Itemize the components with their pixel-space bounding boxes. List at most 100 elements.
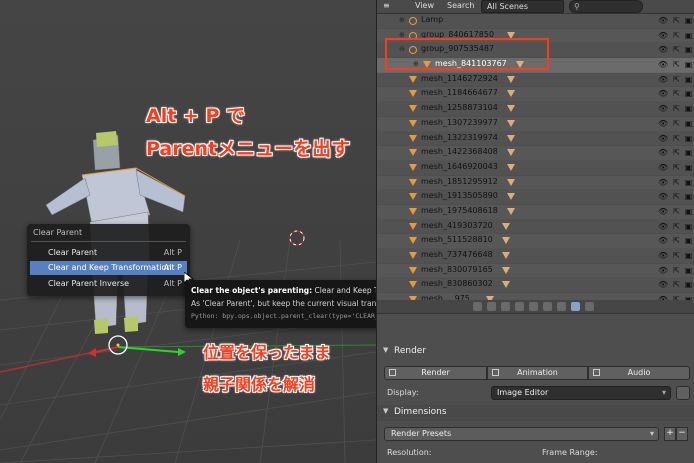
selectability-cursor-icon[interactable]: ⇱ bbox=[672, 60, 681, 69]
visibility-eye-icon[interactable]: 👁 bbox=[658, 236, 668, 245]
visibility-eye-icon[interactable]: 👁 bbox=[658, 148, 668, 157]
visibility-eye-icon[interactable]: 👁 bbox=[658, 89, 668, 98]
render-camera-icon[interactable]: ▣ bbox=[684, 222, 693, 231]
selectability-cursor-icon[interactable]: ⇱ bbox=[672, 75, 681, 84]
mesh-data-icon[interactable] bbox=[507, 105, 515, 113]
visibility-eye-icon[interactable]: 👁 bbox=[658, 207, 668, 216]
outliner-object-row[interactable]: mesh_1913505890 👁 ⇱ ▣ bbox=[377, 190, 694, 205]
render-camera-icon[interactable]: ▣ bbox=[684, 251, 693, 260]
mesh-data-icon[interactable] bbox=[501, 252, 510, 259]
object-tab-icon[interactable] bbox=[501, 302, 510, 311]
selectability-cursor-icon[interactable]: ⇱ bbox=[672, 31, 681, 40]
visibility-eye-icon[interactable]: 👁 bbox=[658, 266, 668, 275]
lock-interface-toggle[interactable] bbox=[676, 386, 690, 400]
render-button[interactable]: Render bbox=[384, 366, 487, 380]
mesh-data-icon[interactable] bbox=[501, 281, 510, 289]
outliner-object-row[interactable]: mesh_830860302 👁 ⇱ ▣ bbox=[377, 278, 694, 294]
animation-button[interactable]: Animation bbox=[487, 366, 588, 380]
selectability-cursor-icon[interactable]: ⇱ bbox=[672, 163, 681, 172]
audio-button[interactable]: Audio bbox=[588, 366, 690, 380]
selectability-cursor-icon[interactable]: ⇱ bbox=[672, 148, 681, 157]
display-mode-select[interactable]: All Scenes bbox=[481, 0, 564, 13]
outliner-object-row[interactable]: mesh_511528810 👁 ⇱ ▣ bbox=[377, 234, 694, 249]
mesh-data-icon[interactable] bbox=[507, 163, 515, 171]
visibility-eye-icon[interactable]: 👁 bbox=[658, 60, 668, 69]
scene-tab-icon[interactable] bbox=[473, 302, 482, 311]
render-camera-icon[interactable]: ▣ bbox=[684, 119, 693, 128]
render-camera-icon[interactable]: ▣ bbox=[684, 75, 693, 84]
menu-view[interactable]: View bbox=[415, 1, 434, 10]
mesh-data-icon[interactable] bbox=[507, 193, 515, 201]
menu-item-clear-keep-transform[interactable]: Clear and Keep Transformation Alt P bbox=[30, 261, 187, 275]
selectability-cursor-icon[interactable]: ⇱ bbox=[672, 251, 681, 260]
world-tab-icon[interactable] bbox=[487, 302, 496, 311]
constraints-tab-icon[interactable] bbox=[515, 302, 524, 311]
render-camera-icon[interactable]: ▣ bbox=[684, 266, 693, 275]
selectability-cursor-icon[interactable]: ⇱ bbox=[672, 16, 681, 25]
render-camera-icon[interactable]: ▣ bbox=[684, 236, 693, 245]
mesh-data-icon[interactable] bbox=[507, 119, 515, 127]
selectability-cursor-icon[interactable]: ⇱ bbox=[672, 45, 681, 54]
expand-toggle-icon[interactable]: ⊕ bbox=[399, 16, 405, 24]
render-camera-icon[interactable]: ▣ bbox=[684, 31, 693, 40]
render-camera-icon[interactable]: ▣ bbox=[684, 148, 693, 157]
visibility-eye-icon[interactable]: 👁 bbox=[658, 104, 668, 113]
render-camera-icon[interactable]: ▣ bbox=[684, 178, 693, 187]
3d-viewport[interactable]: Alt + P で Parentメニューを出す 位置を保ったまま 親子関係を解消… bbox=[0, 0, 376, 463]
outliner-object-row[interactable]: mesh_1258873104 👁 ⇱ ▣ bbox=[377, 102, 694, 117]
mesh-data-icon[interactable] bbox=[501, 222, 510, 230]
remove-preset-button[interactable]: − bbox=[676, 427, 688, 441]
visibility-eye-icon[interactable]: 👁 bbox=[658, 45, 668, 54]
render-presets-select[interactable]: Render Presets ▾ bbox=[384, 427, 659, 441]
mesh-data-icon[interactable] bbox=[507, 178, 515, 186]
outliner-object-row[interactable]: mesh_1975408618 👁 ⇱ ▣ bbox=[377, 204, 694, 220]
modifiers-tab-icon[interactable] bbox=[529, 302, 538, 311]
particles-tab-icon[interactable] bbox=[585, 302, 594, 311]
visibility-eye-icon[interactable]: 👁 bbox=[658, 31, 668, 40]
outliner-object-row[interactable]: mesh_737476648 👁 ⇱ ▣ bbox=[377, 249, 694, 264]
mesh-data-icon[interactable] bbox=[507, 75, 515, 83]
menu-item-clear-parent-inverse[interactable]: Clear Parent Inverse Alt P bbox=[30, 277, 187, 291]
outliner-object-row[interactable]: mesh_1646920043 👁 ⇱ ▣ bbox=[377, 160, 694, 176]
render-camera-icon[interactable]: ▣ bbox=[684, 134, 693, 143]
visibility-eye-icon[interactable]: 👁 bbox=[658, 16, 668, 25]
visibility-eye-icon[interactable]: 👁 bbox=[658, 222, 668, 231]
material-tab-icon[interactable] bbox=[557, 302, 566, 311]
render-camera-icon[interactable]: ▣ bbox=[684, 89, 693, 98]
visibility-eye-icon[interactable]: 👁 bbox=[658, 75, 668, 84]
render-camera-icon[interactable]: ▣ bbox=[684, 16, 693, 25]
selectability-cursor-icon[interactable]: ⇱ bbox=[672, 119, 681, 128]
dimensions-panel-header[interactable]: ▼ Dimensions bbox=[377, 405, 694, 421]
selectability-cursor-icon[interactable]: ⇱ bbox=[672, 266, 681, 275]
render-panel-header[interactable]: ▼ Render bbox=[377, 344, 694, 360]
selectability-cursor-icon[interactable]: ⇱ bbox=[672, 236, 681, 245]
selectability-cursor-icon[interactable]: ⇱ bbox=[672, 178, 681, 187]
mesh-data-icon[interactable] bbox=[507, 207, 515, 215]
outliner-object-row[interactable]: mesh_419303720 👁 ⇱ ▣ bbox=[377, 219, 694, 235]
selectability-cursor-icon[interactable]: ⇱ bbox=[672, 222, 681, 231]
data-tab-icon[interactable] bbox=[543, 302, 552, 311]
outliner-object-row[interactable]: mesh_1422368408 👁 ⇱ ▣ bbox=[377, 146, 694, 161]
mesh-data-icon[interactable] bbox=[507, 90, 515, 98]
menu-search[interactable]: Search bbox=[447, 1, 474, 10]
display-select[interactable]: Image Editor ▾ bbox=[491, 386, 671, 400]
render-camera-icon[interactable]: ▣ bbox=[684, 104, 693, 113]
search-input[interactable]: ⚲ bbox=[569, 0, 643, 13]
selectability-cursor-icon[interactable]: ⇱ bbox=[672, 280, 681, 289]
visibility-eye-icon[interactable]: 👁 bbox=[658, 280, 668, 289]
outliner-object-row[interactable]: mesh_...975 👁 ⇱ ▣ bbox=[377, 293, 694, 300]
outliner-editor-icon[interactable]: ≡ bbox=[383, 1, 390, 10]
visibility-eye-icon[interactable]: 👁 bbox=[658, 178, 668, 187]
mesh-data-icon[interactable] bbox=[501, 237, 510, 245]
selectability-cursor-icon[interactable]: ⇱ bbox=[672, 207, 681, 216]
visibility-eye-icon[interactable]: 👁 bbox=[658, 119, 668, 128]
render-camera-icon[interactable]: ▣ bbox=[684, 280, 693, 289]
outliner-object-row[interactable]: mesh_1184664677 👁 ⇱ ▣ bbox=[377, 87, 694, 103]
mesh-data-icon[interactable] bbox=[507, 149, 515, 157]
mesh-data-icon[interactable] bbox=[507, 134, 515, 142]
mesh-data-icon[interactable] bbox=[501, 266, 510, 274]
render-camera-icon[interactable]: ▣ bbox=[684, 207, 693, 216]
outliner-object-row[interactable]: mesh_1146272924 👁 ⇱ ▣ bbox=[377, 72, 694, 88]
outliner-object-row[interactable]: mesh_1322319974 👁 ⇱ ▣ bbox=[377, 131, 694, 147]
render-camera-icon[interactable]: ▣ bbox=[684, 163, 693, 172]
